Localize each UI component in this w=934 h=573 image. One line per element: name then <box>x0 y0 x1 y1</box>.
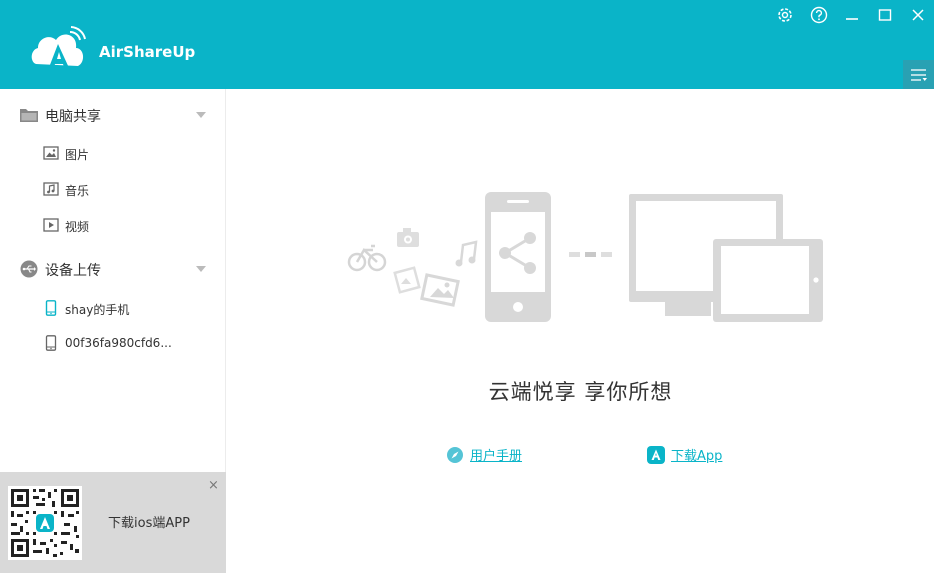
sidebar-item-device-00f36[interactable]: 00f36fa980cfd6... <box>0 328 226 358</box>
download-app-link[interactable]: 下载App <box>647 445 722 464</box>
sidebar-section-label: 电脑共享 <box>45 109 101 125</box>
menu-button[interactable] <box>903 60 934 89</box>
phone-icon <box>45 300 57 316</box>
slogan-text: 云端悦享 享你所想 <box>488 380 673 404</box>
sidebar-item-device-shay[interactable]: shay的手机 <box>0 293 226 323</box>
title-bar: AirShareUp <box>0 0 934 89</box>
help-icon <box>810 6 828 24</box>
sidebar-section-label: 设备上传 <box>45 263 101 279</box>
sidebar-item-label: 00f36fa980cfd6... <box>65 336 172 350</box>
promo-text: 下载ios端APP <box>108 516 190 531</box>
settings-button[interactable] <box>774 5 796 25</box>
sidebar-item-video[interactable]: 视频 <box>0 210 226 240</box>
promo-close-icon[interactable]: × <box>208 478 219 493</box>
phone-icon <box>45 335 57 351</box>
usb-icon <box>20 260 38 278</box>
app-store-icon <box>647 445 665 464</box>
sidebar-section-pc-share[interactable]: 电脑共享 <box>0 99 226 131</box>
app-logo-icon <box>31 26 86 70</box>
tablet-graphic <box>713 239 823 322</box>
photo-card-icon <box>393 266 421 294</box>
sidebar-item-label: 视频 <box>65 220 90 234</box>
connection-dashes <box>569 252 612 257</box>
chevron-down-icon[interactable] <box>196 266 206 272</box>
compass-icon <box>447 446 463 463</box>
video-icon <box>43 218 59 232</box>
main-panel: 云端悦享 享你所想 用户手册 下载App <box>227 89 934 573</box>
sidebar-item-label: 图片 <box>65 148 90 162</box>
app-window: AirShareUp 电脑共享 图片 音乐 视频 设备上传 shay的手机 00… <box>0 0 934 573</box>
sidebar-item-label: 音乐 <box>65 184 90 198</box>
app-title: AirShareUp <box>99 43 196 61</box>
qr-code-icon <box>8 486 82 560</box>
gear-icon <box>778 8 792 22</box>
maximize-button[interactable] <box>874 5 896 25</box>
picture-icon <box>420 273 460 307</box>
music-note-icon <box>455 240 478 267</box>
minimize-button[interactable] <box>841 5 863 25</box>
close-icon <box>912 9 924 21</box>
maximize-icon <box>878 9 892 21</box>
download-app-link-label[interactable]: 下载App <box>671 445 722 464</box>
bicycle-icon <box>347 244 387 272</box>
sidebar-item-images[interactable]: 图片 <box>0 138 226 168</box>
list-menu-icon <box>910 68 927 81</box>
chevron-down-icon[interactable] <box>196 112 206 118</box>
user-manual-link-label[interactable]: 用户手册 <box>470 445 522 464</box>
device-share-illustration <box>347 192 823 322</box>
close-button[interactable] <box>907 5 929 25</box>
ios-app-promo: 下载ios端APP × <box>0 472 226 573</box>
sidebar-section-device-upload[interactable]: 设备上传 <box>0 253 226 285</box>
help-button[interactable] <box>808 5 830 25</box>
sidebar-item-music[interactable]: 音乐 <box>0 174 226 204</box>
phone-share-graphic <box>485 192 551 322</box>
image-icon <box>43 146 59 160</box>
camera-icon <box>397 228 419 247</box>
music-icon <box>43 182 59 196</box>
user-manual-link[interactable]: 用户手册 <box>446 445 522 464</box>
folder-icon <box>20 109 38 122</box>
minimize-icon <box>846 18 858 20</box>
sidebar-item-label: shay的手机 <box>65 303 130 317</box>
